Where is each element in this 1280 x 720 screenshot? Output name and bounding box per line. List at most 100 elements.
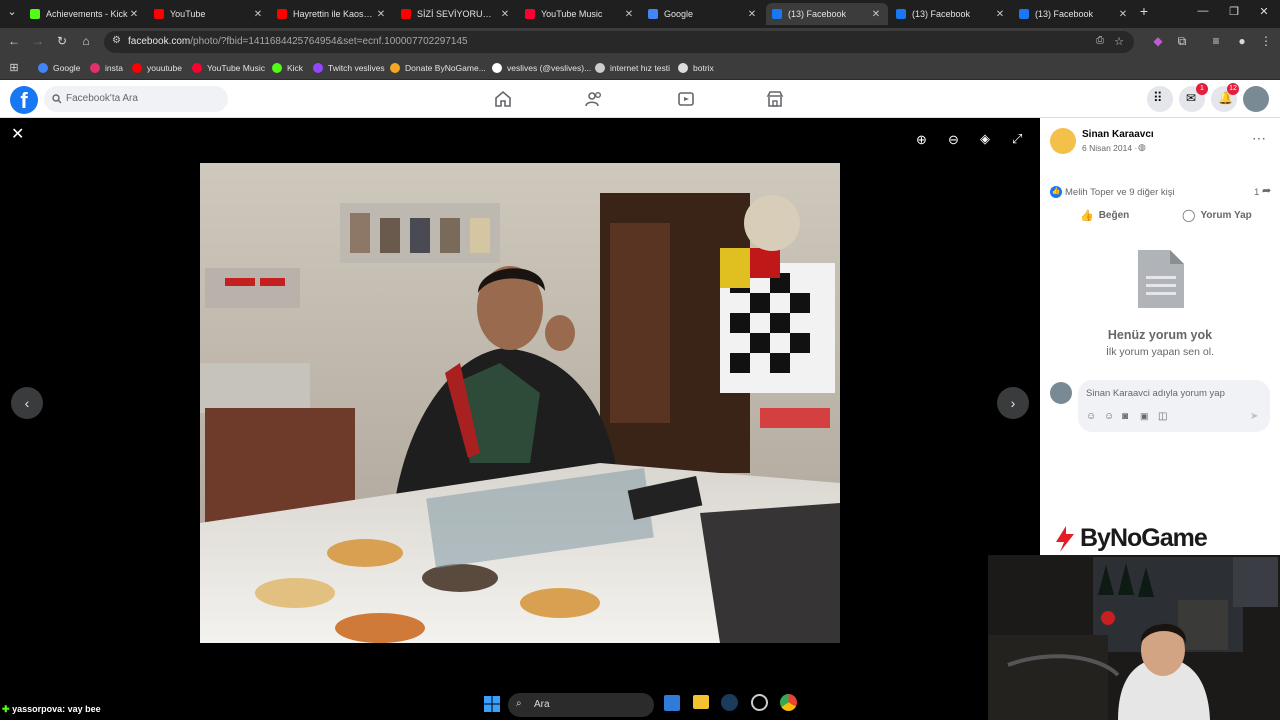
app-icon[interactable] bbox=[751, 694, 768, 711]
share-icon: ➦ bbox=[1262, 185, 1272, 197]
share-count[interactable]: 1 bbox=[1254, 187, 1259, 198]
facebook-search[interactable]: Facebook'ta Ara bbox=[44, 86, 228, 112]
webcam-image bbox=[988, 555, 1280, 720]
marketplace-nav-icon[interactable] bbox=[766, 90, 784, 108]
emoji-icon[interactable]: ☺ bbox=[1104, 411, 1114, 422]
bookmark-item[interactable]: Donate ByNoGame... bbox=[390, 61, 486, 75]
tab-title: YouTube Music bbox=[541, 9, 603, 19]
bookmark-label: Kick bbox=[287, 63, 304, 73]
bookmark-item[interactable]: Twitch veslives bbox=[313, 61, 385, 75]
bookmark-item[interactable]: Google bbox=[38, 61, 80, 75]
author-avatar[interactable] bbox=[1050, 128, 1076, 154]
tab-title: Google bbox=[664, 9, 694, 19]
bookmark-item[interactable]: youutube bbox=[132, 61, 182, 75]
commenter-avatar[interactable] bbox=[1050, 382, 1072, 404]
gif-icon[interactable]: ▣ bbox=[1140, 411, 1149, 422]
post-date[interactable]: 6 Nisan 2014 · bbox=[1082, 143, 1137, 153]
send-icon[interactable]: ➤ bbox=[1250, 411, 1258, 422]
bookmark-item[interactable]: Kick bbox=[272, 61, 303, 75]
media-icon[interactable]: ≡ bbox=[1208, 34, 1224, 48]
home-nav-icon[interactable] bbox=[494, 90, 512, 108]
comment-button[interactable]: ◯ Yorum Yap bbox=[1182, 207, 1252, 223]
tab-close-icon[interactable]: ✕ bbox=[994, 9, 1006, 20]
messenger-button[interactable]: ✉ 1 bbox=[1179, 83, 1208, 112]
restore-button[interactable]: ❐ bbox=[1226, 5, 1242, 18]
comment-input[interactable]: Sinan Karaavci adıyla yorum yap ☺ ☺ ◙ ▣ … bbox=[1078, 380, 1270, 432]
taskbar-search[interactable]: ⌕ Ara bbox=[508, 693, 654, 717]
bookmark-item[interactable]: botrix bbox=[678, 61, 714, 75]
reload-icon[interactable]: ↻ bbox=[54, 34, 70, 48]
previous-photo-button[interactable]: ‹ bbox=[11, 387, 43, 419]
tag-icon[interactable]: ◈ bbox=[980, 131, 990, 147]
tab-title: Achievements - Kick bbox=[46, 9, 128, 19]
next-photo-button[interactable]: › bbox=[997, 387, 1029, 419]
photo-image bbox=[200, 163, 840, 643]
account-avatar[interactable] bbox=[1243, 86, 1269, 112]
reactions-text[interactable]: Melih Toper ve 9 diğer kişi bbox=[1065, 187, 1175, 198]
browser-tab[interactable]: YouTube ✕ bbox=[148, 3, 270, 25]
more-options-icon[interactable]: ⋯ bbox=[1252, 130, 1266, 147]
bookmark-favicon-icon bbox=[90, 63, 100, 73]
bookmark-favicon-icon bbox=[132, 63, 142, 73]
author-name[interactable]: Sinan Karaavcı bbox=[1082, 129, 1154, 140]
widgets-icon[interactable] bbox=[664, 695, 680, 711]
tab-close-icon[interactable]: ✕ bbox=[1117, 9, 1129, 20]
browser-tab[interactable]: Google ✕ bbox=[642, 3, 764, 25]
install-app-icon[interactable]: ⎙ bbox=[1096, 35, 1104, 46]
back-icon[interactable]: ← bbox=[6, 34, 22, 48]
site-info-icon[interactable]: ⚙ bbox=[112, 35, 121, 46]
zoom-out-icon[interactable]: ⊖ bbox=[948, 132, 959, 148]
avatar-sticker-icon[interactable]: ☺ bbox=[1086, 411, 1096, 422]
minimize-button[interactable]: — bbox=[1195, 5, 1211, 17]
new-tab-button[interactable]: + bbox=[1136, 3, 1152, 19]
extensions-puzzle-icon[interactable]: ⧉ bbox=[1174, 34, 1190, 49]
tab-title: (13) Facebook bbox=[1035, 9, 1094, 19]
friends-nav-icon[interactable] bbox=[585, 90, 603, 108]
like-button[interactable]: 👍 Beğen bbox=[1080, 207, 1129, 223]
forward-icon[interactable]: → bbox=[30, 34, 46, 48]
bookmark-item[interactable]: internet hız testi bbox=[595, 61, 670, 75]
close-window-button[interactable]: ✕ bbox=[1256, 5, 1272, 18]
steam-icon[interactable] bbox=[721, 694, 738, 711]
video-nav-icon[interactable] bbox=[677, 90, 695, 108]
tab-close-icon[interactable]: ✕ bbox=[499, 9, 511, 20]
browser-tab[interactable]: SİZİ SEVİYORUM, SİZİ✕ bbox=[395, 3, 517, 25]
chrome-taskbar-icon[interactable] bbox=[780, 694, 797, 711]
close-viewer-icon[interactable]: ✕ bbox=[11, 124, 24, 144]
browser-tab[interactable]: Achievements - Kick ✕ bbox=[24, 3, 146, 25]
apps-grid-icon[interactable]: ⊞ bbox=[6, 61, 22, 74]
bookmark-star-icon[interactable]: ☆ bbox=[1114, 35, 1124, 48]
profile-avatar[interactable]: ● bbox=[1234, 34, 1250, 48]
sticker-icon[interactable]: ◫ bbox=[1158, 411, 1167, 422]
zoom-in-icon[interactable]: ⊕ bbox=[916, 132, 927, 148]
browser-tab[interactable]: (13) Facebook ✕ bbox=[766, 3, 888, 25]
bookmark-item[interactable]: veslives (@veslives)... bbox=[492, 61, 591, 75]
menu-icon[interactable]: ⋮ bbox=[1258, 34, 1274, 48]
browser-tab[interactable]: YouTube Music ✕ bbox=[519, 3, 641, 25]
photo-viewer: ✕ ⊕ ⊖ ◈ ⤢ ‹ › bbox=[0, 118, 1040, 720]
bookmark-item[interactable]: insta bbox=[90, 61, 123, 75]
browser-tab[interactable]: (13) Facebook ✕ bbox=[890, 3, 1012, 25]
notifications-button[interactable]: 🔔 12 bbox=[1211, 83, 1239, 112]
extension-icon[interactable]: ◆ bbox=[1150, 34, 1166, 48]
omnibox[interactable]: ⚙ facebook.com/photo/?fbid=1411684425764… bbox=[104, 31, 1134, 53]
browser-tab[interactable]: Hayrettin ile Kaos Sh ✕ bbox=[271, 3, 393, 25]
address-bar-row: ← → ↻ ⌂ ⚙ facebook.com/photo/?fbid=14116… bbox=[0, 28, 1280, 56]
windows-start-icon[interactable] bbox=[484, 696, 500, 712]
home-icon[interactable]: ⌂ bbox=[78, 34, 94, 48]
tab-close-icon[interactable]: ✕ bbox=[746, 9, 758, 20]
fullscreen-icon[interactable]: ⤢ bbox=[1012, 131, 1022, 147]
camera-icon[interactable]: ◙ bbox=[1122, 411, 1128, 422]
tab-close-icon[interactable]: ✕ bbox=[128, 9, 140, 20]
bookmark-item[interactable]: YouTube Music bbox=[192, 61, 265, 75]
tab-close-icon[interactable]: ✕ bbox=[375, 9, 387, 20]
tab-close-icon[interactable]: ✕ bbox=[623, 9, 635, 20]
file-explorer-icon[interactable] bbox=[693, 695, 709, 709]
facebook-logo[interactable]: f bbox=[10, 86, 38, 114]
browser-tab[interactable]: (13) Facebook ✕ bbox=[1013, 3, 1135, 25]
tab-close-icon[interactable]: ✕ bbox=[252, 9, 264, 20]
tab-title: Hayrettin ile Kaos Sh bbox=[293, 9, 375, 19]
tab-search-icon[interactable]: ⌄ bbox=[4, 5, 20, 18]
tab-close-icon[interactable]: ✕ bbox=[870, 9, 882, 20]
menu-grid-button[interactable]: ⠿ bbox=[1147, 86, 1173, 112]
